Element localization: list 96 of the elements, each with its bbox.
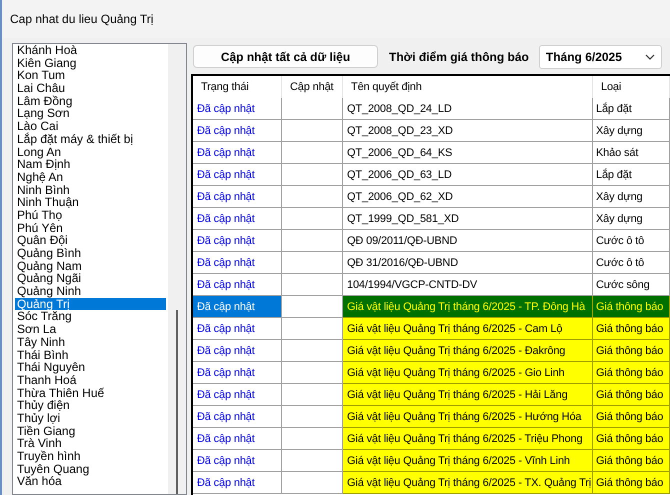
table-cell: Giá vật liệu Quảng Trị tháng 6/2025 - Đakrông [342, 340, 592, 362]
table-cell: Đã cập nhật [193, 120, 282, 142]
table-cell: Giá thông báo [592, 472, 670, 494]
list-item[interactable]: Quảng Bình [15, 247, 166, 260]
chevron-icon [644, 54, 655, 60]
list-item[interactable]: Ninh Thuận [15, 196, 166, 209]
table-cell: Giá vật liệu Quảng Trị tháng 6/2025 - Triệu Phong [342, 428, 592, 450]
list-item[interactable]: Quảng Ngãi [15, 272, 166, 286]
list-item[interactable]: Lạng Sơn [15, 107, 166, 120]
list-item[interactable]: Quân Đội [15, 234, 166, 247]
list-item[interactable]: Văn hóa [15, 475, 166, 488]
column-header[interactable]: Trạng thái [193, 76, 282, 98]
table-cell: Đã cập nhật [193, 384, 282, 406]
table-cell: Đã cập nhật [193, 340, 282, 362]
table-cell: QT_2006_QD_62_XD [342, 186, 592, 208]
table-cell: Lắp đặt [592, 164, 670, 186]
list-item[interactable]: Khánh Hoà [15, 44, 166, 57]
list-item[interactable]: Lâm Đồng [15, 94, 166, 108]
table-cell: Đã cập nhật [193, 318, 282, 340]
list-item[interactable]: Sơn La [15, 323, 166, 336]
list-item[interactable]: Ninh Bình [15, 184, 166, 196]
table-cell: Đã cập nhật [193, 186, 282, 208]
table-cell: Giá vật liệu Quảng Trị tháng 6/2025 - Cam Lộ [342, 318, 592, 340]
list-item[interactable]: Sóc Trăng [15, 310, 166, 324]
table-cell: Đã cập nhật [193, 164, 282, 186]
table-cell: Cước ô tô [592, 230, 670, 252]
list-item[interactable]: Kiên Giang [15, 56, 166, 70]
table-cell: QĐ 09/2011/QĐ-UBND [342, 230, 592, 252]
table-cell: Giá vật liệu Quảng Trị tháng 6/2025 - Hải Lăng [342, 384, 592, 406]
column-header[interactable]: Cập nhật [282, 76, 342, 98]
table-cell: Đã cập nhật [193, 450, 282, 472]
table-cell: Giá thông báo [592, 384, 670, 406]
list-item[interactable]: Thanh Hoá [15, 374, 166, 387]
table-cell: Giá thông báo [592, 406, 670, 428]
table-cell: Xây dựng [592, 208, 670, 230]
list-item[interactable]: Lào Cai [15, 120, 166, 133]
scrollbar-thumb[interactable] [176, 310, 178, 494]
list-item[interactable]: Tiền Giang [15, 424, 166, 438]
table-cell: Giá thông báo [592, 340, 670, 362]
list-item[interactable]: Nam Định [15, 158, 166, 171]
table-cell: Giá vật liệu Quảng Trị tháng 6/2025 - TP. Đông Hà [342, 296, 592, 318]
table-cell: Giá vật liệu Quảng Trị tháng 6/2025 - Hướng Hóa [342, 406, 592, 428]
table-cell: Giá vật liệu Quảng Trị tháng 6/2025 - Gio Linh [342, 362, 592, 384]
table-cell: QT_2008_QD_24_LD [342, 98, 592, 120]
list-item[interactable]: Thái Nguyên [15, 361, 166, 374]
table-cell: Giá thông báo [592, 428, 670, 450]
list-item[interactable]: Tuyên Quang [15, 462, 166, 476]
column-header[interactable]: Tên quyết định [342, 76, 592, 98]
table-cell: Xây dựng [592, 120, 670, 142]
list-item[interactable]: Thủy lợi [15, 412, 166, 425]
list-item[interactable]: Quảng Ninh [15, 285, 166, 298]
list-item[interactable]: Lắp đặt máy & thiết bị [15, 132, 166, 146]
list-item[interactable]: Tây Ninh [15, 336, 166, 348]
table-cell: QT_1999_QD_581_XD [342, 208, 592, 230]
table-cell: Giá thông báo [592, 318, 670, 340]
table-cell: Giá vật liệu Quảng Trị tháng 6/2025 - Vĩnh Linh [342, 450, 592, 472]
list-item[interactable]: Long An [15, 146, 166, 158]
list-item[interactable]: Kon Tum [15, 69, 166, 82]
period-dropdown[interactable]: Tháng 6/2025 [538, 44, 662, 68]
window-title: Cap nhat du lieu Quảng Trị [10, 12, 154, 26]
table-cell: QT_2008_QD_23_XD [342, 120, 592, 142]
list-item[interactable]: Thủy điện [15, 399, 166, 412]
list-item[interactable]: Trà Vinh [15, 437, 166, 450]
list-item[interactable]: Truyền hình [15, 450, 166, 463]
table-cell: Đã cập nhật [193, 230, 282, 252]
table-cell: Xây dựng [592, 186, 670, 208]
column-header[interactable]: Loại [592, 76, 670, 98]
table-cell: QT_2006_QD_64_KS [342, 142, 592, 164]
table-cell: Khảo sát [592, 142, 670, 164]
list-item[interactable]: Phú Thọ [15, 208, 166, 222]
table-cell: Giá thông báo [592, 362, 670, 384]
period-label: Thời điểm giá thông báo [389, 50, 529, 64]
table-cell: Đã cập nhật [193, 98, 282, 120]
table-cell: Đã cập nhật [193, 296, 282, 318]
table-cell: Đã cập nhật [193, 142, 282, 164]
list-item[interactable]: Quảng Nam [15, 260, 166, 272]
table-cell: Đã cập nhật [193, 208, 282, 230]
table-cell: QT_2006_QD_63_LD [342, 164, 592, 186]
list-item[interactable]: Nghệ An [15, 170, 166, 184]
update-all-button[interactable]: Cập nhật tất cả dữ liệu [193, 45, 378, 68]
table-cell: Giá vật liệu Quảng Trị tháng 6/2025 - TX. Quảng Trị [342, 472, 592, 494]
table-cell: QĐ 31/2016/QĐ-UBND [342, 252, 592, 274]
table-cell: Đã cập nhật [193, 428, 282, 450]
list-item[interactable]: Quảng Trị [15, 298, 166, 310]
list-item[interactable]: Thái Bình [15, 348, 166, 362]
list-item[interactable]: Thừa Thiên Huế [15, 386, 166, 400]
table-cell: Giá thông báo [592, 450, 670, 472]
list-item[interactable]: Phú Yên [15, 222, 166, 234]
table-cell: Đã cập nhật [193, 252, 282, 274]
table-cell: Đã cập nhật [193, 406, 282, 428]
table-cell: Lắp đặt [592, 98, 670, 120]
table-cell: Cước ô tô [592, 252, 670, 274]
table-cell: Đã cập nhật [193, 472, 282, 494]
table-cell: Giá thông báo [592, 296, 670, 318]
list-item[interactable]: Lai Châu [15, 82, 166, 95]
table-cell: Đã cập nhật [193, 362, 282, 384]
